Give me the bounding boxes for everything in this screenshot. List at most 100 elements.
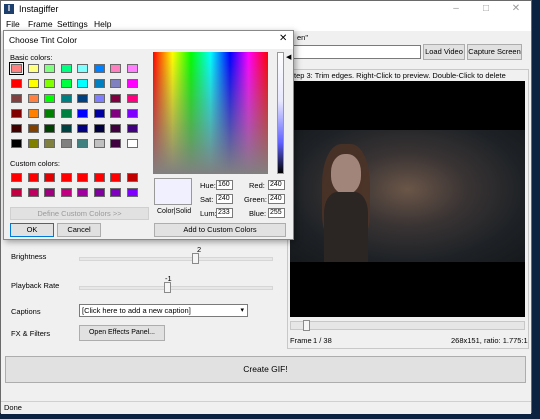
- basic-color-swatch[interactable]: [93, 79, 105, 88]
- custom-color-swatch[interactable]: [93, 173, 105, 182]
- green-input[interactable]: 240: [268, 194, 285, 204]
- basic-color-swatch[interactable]: [11, 124, 22, 133]
- basic-color-swatch[interactable]: [93, 94, 105, 103]
- custom-color-swatch[interactable]: [110, 188, 121, 197]
- custom-color-swatch[interactable]: [126, 173, 138, 182]
- color-spectrum[interactable]: [153, 52, 268, 174]
- basic-color-swatch[interactable]: [93, 109, 105, 118]
- basic-color-swatch[interactable]: [44, 64, 55, 73]
- basic-color-swatch[interactable]: [60, 124, 72, 133]
- menu-settings[interactable]: Settings: [57, 19, 88, 29]
- basic-color-swatch[interactable]: [60, 94, 72, 103]
- custom-color-swatch[interactable]: [60, 173, 72, 182]
- basic-color-swatch[interactable]: [110, 139, 121, 148]
- title-bar[interactable]: I Instagiffer – □ ✕: [1, 1, 531, 18]
- basic-color-swatch[interactable]: [110, 94, 121, 103]
- ok-button[interactable]: OK: [10, 223, 54, 237]
- basic-color-swatch[interactable]: [11, 139, 22, 148]
- frame-scrollbar-thumb[interactable]: [303, 320, 310, 331]
- url-input[interactable]: [293, 45, 421, 59]
- close-icon[interactable]: ✕: [279, 33, 287, 44]
- basic-color-swatch[interactable]: [77, 79, 88, 88]
- custom-color-swatch[interactable]: [77, 173, 88, 182]
- basic-color-swatch[interactable]: [126, 79, 138, 88]
- basic-color-swatch[interactable]: [60, 109, 72, 118]
- lum-input[interactable]: 233: [216, 208, 233, 218]
- captions-select[interactable]: [Click here to add a new caption] ▾: [79, 304, 248, 317]
- basic-color-swatch[interactable]: [126, 64, 138, 73]
- playback-rate-slider-thumb[interactable]: [164, 282, 171, 293]
- load-video-button[interactable]: Load Video: [423, 44, 465, 60]
- basic-color-swatch[interactable]: [27, 94, 39, 103]
- basic-color-swatch[interactable]: [110, 109, 121, 118]
- basic-color-swatch[interactable]: [110, 124, 121, 133]
- menu-help[interactable]: Help: [94, 19, 111, 29]
- basic-color-swatch[interactable]: [27, 124, 39, 133]
- custom-color-swatch[interactable]: [11, 173, 22, 182]
- sat-input[interactable]: 240: [216, 194, 233, 204]
- basic-color-swatch[interactable]: [27, 109, 39, 118]
- basic-color-swatch[interactable]: [77, 124, 88, 133]
- capture-screen-button[interactable]: Capture Screen: [467, 44, 522, 60]
- custom-color-swatch[interactable]: [44, 188, 55, 197]
- basic-color-swatch[interactable]: [93, 64, 105, 73]
- basic-color-swatch[interactable]: [77, 64, 88, 73]
- basic-color-swatch[interactable]: [126, 109, 138, 118]
- close-window-button[interactable]: ✕: [501, 1, 531, 18]
- basic-color-swatch[interactable]: [93, 139, 105, 148]
- basic-color-swatch[interactable]: [77, 139, 88, 148]
- custom-color-swatch[interactable]: [77, 188, 88, 197]
- custom-color-swatch[interactable]: [27, 173, 39, 182]
- hue-input[interactable]: 160: [216, 180, 233, 190]
- basic-color-swatch[interactable]: [44, 124, 55, 133]
- basic-color-swatch[interactable]: [27, 139, 39, 148]
- basic-color-swatch[interactable]: [93, 124, 105, 133]
- blue-input[interactable]: 255: [268, 208, 285, 218]
- basic-color-swatch[interactable]: [60, 139, 72, 148]
- custom-color-swatch[interactable]: [110, 173, 121, 182]
- basic-color-swatch[interactable]: [27, 79, 39, 88]
- basic-color-swatch[interactable]: [77, 109, 88, 118]
- basic-colors-grid: [9, 62, 146, 172]
- basic-color-swatch[interactable]: [11, 94, 22, 103]
- red-input[interactable]: 240: [268, 180, 285, 190]
- basic-color-swatch[interactable]: [27, 64, 39, 73]
- basic-color-swatch[interactable]: [44, 139, 55, 148]
- open-effects-panel-button[interactable]: Open Effects Panel...: [79, 325, 165, 341]
- basic-color-swatch[interactable]: [60, 64, 72, 73]
- create-gif-button[interactable]: Create GIF!: [5, 356, 526, 383]
- basic-color-swatch[interactable]: [11, 79, 22, 88]
- menu-frame[interactable]: Frame: [28, 19, 53, 29]
- basic-color-swatch[interactable]: [126, 94, 138, 103]
- basic-color-swatch[interactable]: [44, 79, 55, 88]
- custom-color-swatch[interactable]: [126, 188, 138, 197]
- define-custom-colors-button[interactable]: Define Custom Colors >>: [10, 207, 149, 220]
- basic-color-swatch[interactable]: [126, 124, 138, 133]
- luminance-arrow-icon[interactable]: ◀: [286, 53, 291, 61]
- maximize-button[interactable]: □: [471, 1, 501, 18]
- custom-color-swatch[interactable]: [44, 173, 55, 182]
- custom-color-swatch[interactable]: [60, 188, 72, 197]
- brightness-slider[interactable]: [79, 253, 273, 264]
- minimize-button[interactable]: –: [441, 1, 471, 18]
- dialog-title-bar[interactable]: Choose Tint Color ✕: [4, 31, 293, 49]
- basic-color-swatch[interactable]: [60, 79, 72, 88]
- basic-color-swatch[interactable]: [9, 62, 24, 75]
- playback-rate-slider[interactable]: [79, 282, 273, 293]
- add-to-custom-colors-button[interactable]: Add to Custom Colors: [154, 223, 286, 237]
- basic-color-swatch[interactable]: [126, 139, 138, 148]
- custom-color-swatch[interactable]: [11, 188, 22, 197]
- basic-color-swatch[interactable]: [44, 109, 55, 118]
- cancel-button[interactable]: Cancel: [57, 223, 101, 237]
- custom-color-swatch[interactable]: [93, 188, 105, 197]
- basic-color-swatch[interactable]: [110, 79, 121, 88]
- menu-file[interactable]: File: [6, 19, 20, 29]
- frame-scrollbar[interactable]: [290, 320, 525, 331]
- brightness-slider-thumb[interactable]: [192, 253, 199, 264]
- basic-color-swatch[interactable]: [110, 64, 121, 73]
- basic-color-swatch[interactable]: [77, 94, 88, 103]
- basic-color-swatch[interactable]: [44, 94, 55, 103]
- basic-color-swatch[interactable]: [11, 109, 22, 118]
- luminance-bar[interactable]: [277, 52, 284, 174]
- custom-color-swatch[interactable]: [27, 188, 39, 197]
